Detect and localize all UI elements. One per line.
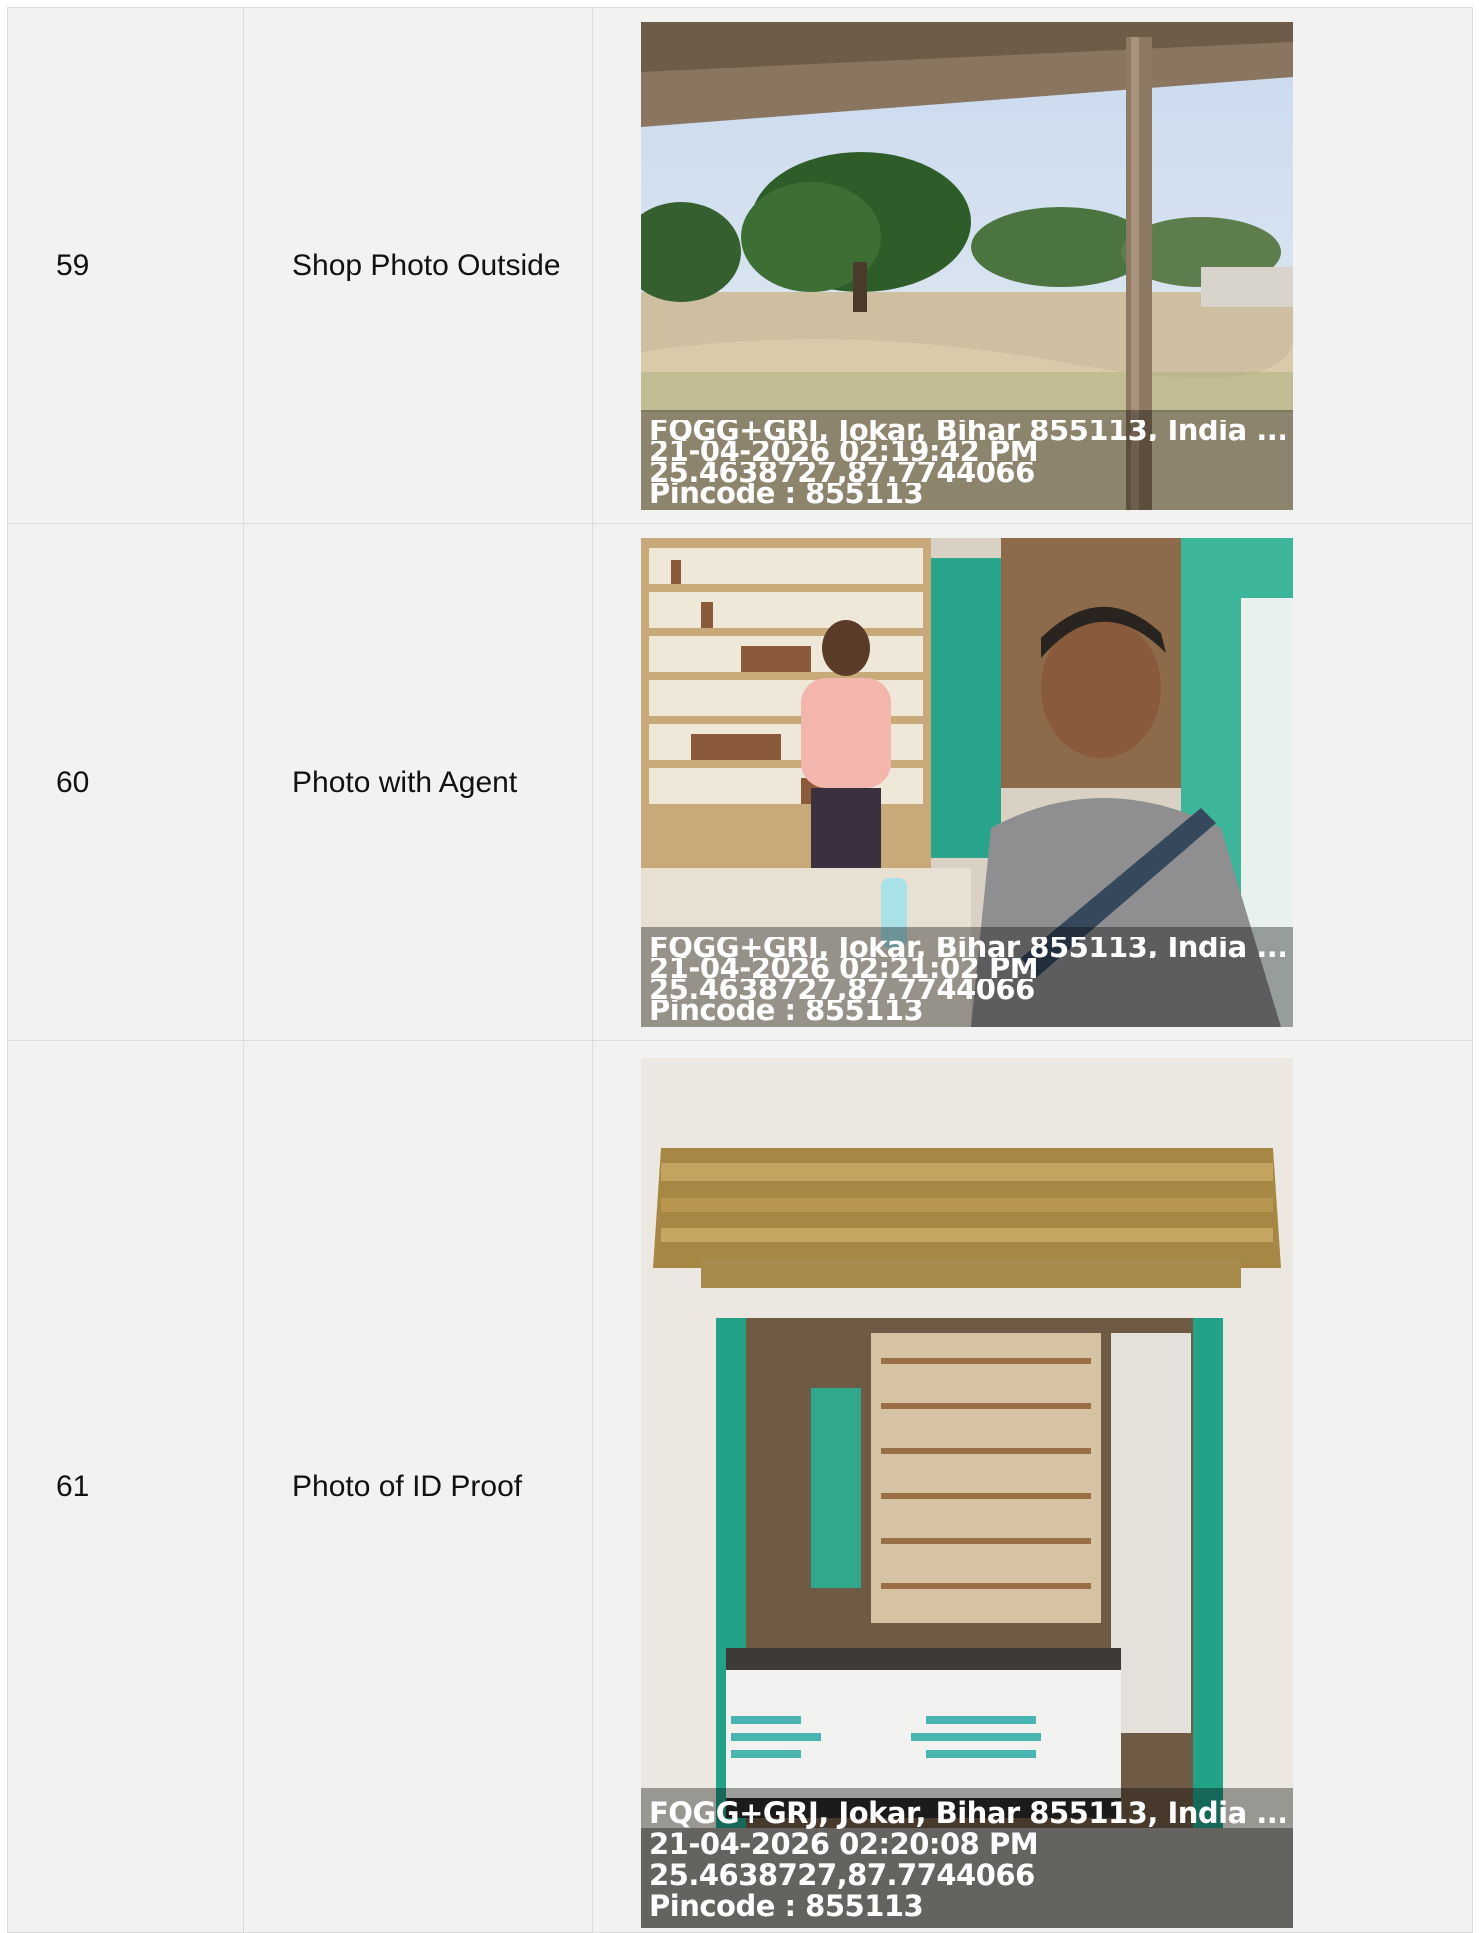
row-number: 59 bbox=[7, 7, 244, 524]
table-row: 61 Photo of ID Proof FQGG+GRJ, Jokar, Bi… bbox=[7, 1040, 1473, 1933]
stamp-pincode: Pincode : 855113 bbox=[649, 1891, 924, 1922]
stamp-datetime: 21-04-2026 02:21:02 PM bbox=[649, 957, 1039, 979]
geotag-stamp: FQGG+GRJ, Jokar, Bihar 855113, India ...… bbox=[641, 1788, 1293, 1928]
stamp-address: FQGG+GRJ, Jokar, Bihar 855113, India ... bbox=[649, 936, 1285, 958]
stamp-pincode: Pincode : 855113 bbox=[649, 482, 924, 504]
stamp-pincode: Pincode : 855113 bbox=[649, 999, 924, 1021]
row-label: Shop Photo Outside bbox=[243, 7, 593, 524]
outdoor-field-photo: FQGG+GRJ, Jokar, Bihar 855113, India ...… bbox=[641, 21, 1293, 510]
stamp-address: FQGG+GRJ, Jokar, Bihar 855113, India ... bbox=[649, 419, 1285, 441]
geotag-stamp: FQGG+GRJ, Jokar, Bihar 855113, India ...… bbox=[641, 409, 1293, 510]
table-row: 59 Shop Photo Outside FQGG+GRJ, Jokar, B… bbox=[7, 7, 1473, 524]
photo-cell: FQGG+GRJ, Jokar, Bihar 855113, India ...… bbox=[592, 7, 1473, 524]
photo-cell: FQGG+GRJ, Jokar, Bihar 855113, India ...… bbox=[592, 1040, 1473, 1933]
table-row: 60 Photo with Agent FQGG+GRJ, Jokar, Bih… bbox=[7, 523, 1473, 1041]
row-number: 60 bbox=[7, 523, 244, 1041]
stamp-address: FQGG+GRJ, Jokar, Bihar 855113, India ... bbox=[649, 1798, 1285, 1829]
selfie-in-shop-photo: FQGG+GRJ, Jokar, Bihar 855113, India ...… bbox=[641, 537, 1293, 1027]
stamp-coordinates: 25.4638727,87.7744066 bbox=[649, 978, 1035, 1000]
stamp-datetime: 21-04-2026 02:20:08 PM bbox=[649, 1829, 1039, 1860]
row-label: Photo of ID Proof bbox=[243, 1040, 593, 1933]
stamp-coordinates: 25.4638727,87.7744066 bbox=[649, 461, 1035, 483]
photo-report-table: 59 Shop Photo Outside FQGG+GRJ, Jokar, B… bbox=[7, 7, 1473, 1933]
shop-front-photo: FQGG+GRJ, Jokar, Bihar 855113, India ...… bbox=[641, 1058, 1293, 1928]
stamp-datetime: 21-04-2026 02:19:42 PM bbox=[649, 440, 1039, 462]
row-label: Photo with Agent bbox=[243, 523, 593, 1041]
photo-cell: FQGG+GRJ, Jokar, Bihar 855113, India ...… bbox=[592, 523, 1473, 1041]
row-number: 61 bbox=[7, 1040, 244, 1933]
geotag-stamp: FQGG+GRJ, Jokar, Bihar 855113, India ...… bbox=[641, 926, 1293, 1027]
stamp-coordinates: 25.4638727,87.7744066 bbox=[649, 1860, 1035, 1891]
